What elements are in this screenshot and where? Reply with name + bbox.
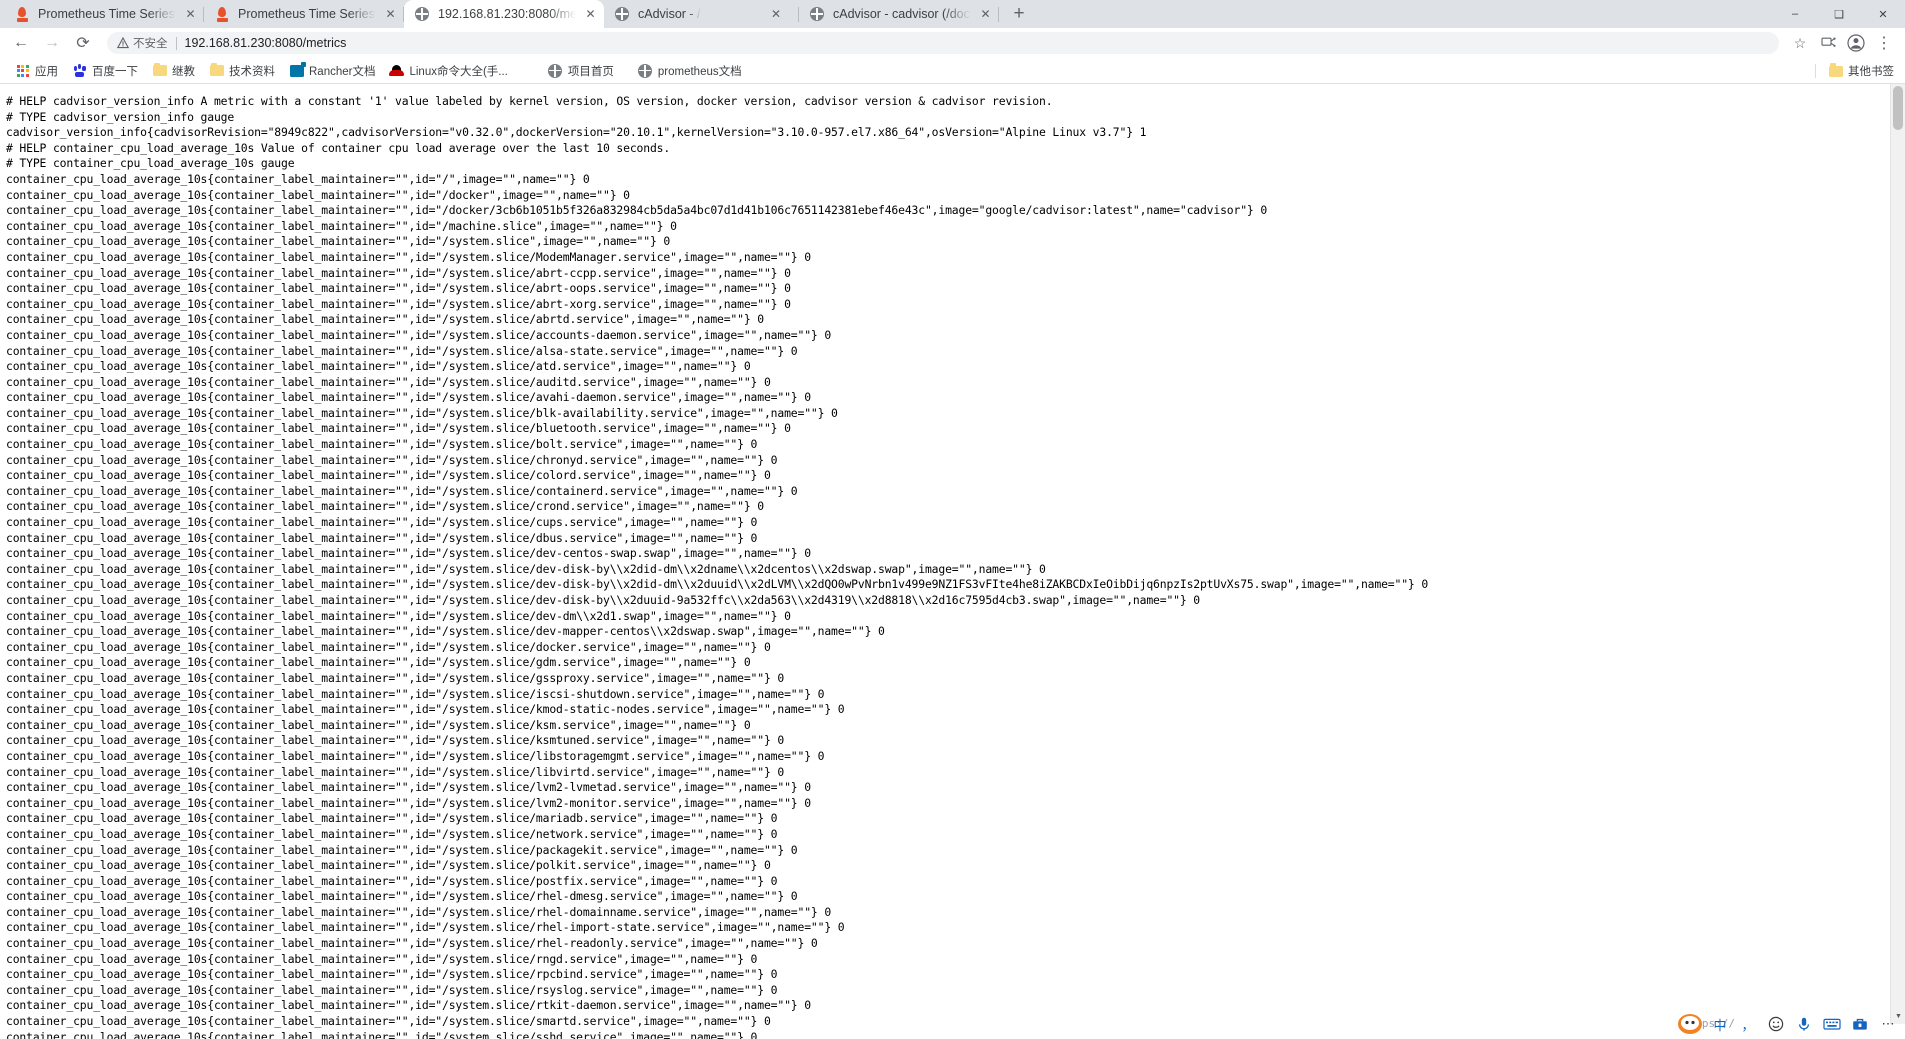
tab-cadvisor-docker[interactable]: cAdvisor - cadvisor (/docker/c ✕ [799, 0, 999, 28]
profile-avatar-icon[interactable] [1843, 30, 1869, 56]
close-icon[interactable]: ✕ [583, 7, 598, 22]
bookmark-label: prometheus文档 [657, 65, 742, 78]
back-icon[interactable]: ← [8, 30, 34, 56]
url-text[interactable]: 192.168.81.230:8080/metrics [185, 36, 347, 50]
globe-icon [548, 63, 563, 78]
address-bar[interactable]: 不安全 192.168.81.230:8080/metrics [107, 32, 1779, 54]
tab-prometheus-2[interactable]: Prometheus Time Series Colle ✕ [204, 0, 404, 28]
bookmark-label: Rancher文档 [309, 65, 376, 78]
close-window-button[interactable]: ✕ [1861, 0, 1905, 28]
reload-icon[interactable]: ⟳ [70, 30, 96, 56]
bookmark-jijiao[interactable]: 继教 [145, 61, 202, 81]
chrome-menu-icon[interactable]: ⋮ [1871, 30, 1897, 56]
bookmark-star-icon[interactable]: ☆ [1787, 30, 1813, 56]
bookmark-label: 百度一下 [92, 65, 138, 78]
globe-icon [614, 6, 630, 22]
tab-metrics-active[interactable]: 192.168.81.230:8080/metrics ✕ [404, 0, 604, 28]
bookmark-label: 技术资料 [229, 65, 275, 78]
prometheus-icon [214, 6, 230, 22]
ime-voice-input-icon[interactable] [1791, 1011, 1817, 1037]
bookmark-apps[interactable]: 应用 [8, 61, 65, 81]
folder-icon [1828, 63, 1843, 79]
scrollbar-thumb[interactable] [1893, 86, 1903, 130]
rancher-icon [289, 61, 306, 78]
browser-toolbar: ← → ⟳ 不安全 192.168.81.230:8080/metrics ☆ [0, 28, 1905, 58]
window-controls: – ❑ ✕ [1773, 0, 1905, 28]
apps-grid-icon [15, 63, 30, 78]
bookmark-linux-commands[interactable]: Linux命令大全(手... [382, 61, 514, 81]
bookmark-prometheus-docs[interactable]: prometheus文档 [631, 61, 749, 81]
divider [175, 36, 177, 50]
folder-icon [209, 62, 224, 78]
bookmark-rancher-docs[interactable]: Rancher文档 [282, 61, 382, 81]
tab-title: Prometheus Time Series Colle [238, 7, 376, 21]
bookmark-project-home[interactable]: 项目首页 [541, 61, 621, 81]
bookmarks-overflow: 其他书签 [1810, 58, 1901, 84]
new-tab-button[interactable]: + [1005, 0, 1033, 28]
ime-tray: 中 ， ⋯ [1675, 1009, 1905, 1039]
globe-icon [809, 6, 825, 22]
toolbar-actions: ☆ ⋮ [1785, 30, 1897, 56]
ime-chinese-mode-icon[interactable]: 中 [1707, 1011, 1733, 1037]
baidu-icon [72, 63, 87, 78]
bookmark-label: Linux命令大全(手... [409, 65, 508, 78]
bookmarks-bar: 应用 百度一下 继教 技术资料 Rancher文档 Linux命令大全(手...… [0, 58, 1905, 84]
bookmark-label: 继教 [172, 65, 195, 78]
tab-title: cAdvisor - / [638, 7, 701, 21]
maximize-button[interactable]: ❑ [1817, 0, 1861, 28]
tab-title: 192.168.81.230:8080/metrics [438, 7, 576, 21]
tab-cadvisor-root[interactable]: cAdvisor - / ✕ [604, 0, 799, 28]
bookmark-baidu[interactable]: 百度一下 [65, 61, 145, 81]
minimize-button[interactable]: – [1773, 0, 1817, 28]
tab-title: Prometheus Time Series Colle [38, 7, 176, 21]
close-icon[interactable]: ✕ [383, 7, 398, 22]
close-icon[interactable]: ✕ [769, 7, 784, 22]
bookmark-other-bookmarks[interactable]: 其他书签 [1821, 61, 1901, 81]
browser-window: Prometheus Time Series Colle ✕ Prometheu… [0, 0, 1905, 1039]
forward-icon[interactable]: → [39, 30, 65, 56]
tab-title: cAdvisor - cadvisor (/docker/c [833, 7, 971, 21]
page-viewport: # HELP cadvisor_version_info A metric wi… [0, 84, 1905, 1039]
divider [1815, 64, 1816, 78]
tab-prometheus-1[interactable]: Prometheus Time Series Colle ✕ [4, 0, 204, 28]
prometheus-metrics-text: # HELP cadvisor_version_info A metric wi… [6, 94, 1429, 1039]
extension-icon[interactable] [1815, 30, 1841, 56]
redhat-icon [389, 63, 405, 78]
bookmark-label: 应用 [35, 65, 58, 78]
globe-icon [638, 63, 653, 78]
prometheus-icon [14, 6, 30, 22]
sogou-pinyin-logo-icon[interactable] [1675, 1011, 1705, 1037]
close-icon[interactable]: ✕ [183, 7, 198, 22]
ime-keyboard-icon[interactable] [1819, 1011, 1845, 1037]
bookmark-label: 其他书签 [1848, 66, 1894, 78]
vertical-scrollbar[interactable]: ▲ ▼ [1890, 84, 1905, 1024]
bookmark-label: 项目首页 [567, 65, 614, 78]
ime-menu-icon[interactable]: ⋯ [1875, 1011, 1901, 1037]
close-icon[interactable]: ✕ [978, 7, 993, 22]
ime-toolbox-icon[interactable] [1847, 1011, 1873, 1037]
globe-icon [414, 6, 430, 22]
ime-emoji-icon[interactable] [1763, 1011, 1789, 1037]
warning-triangle-icon[interactable] [117, 37, 129, 49]
tab-strip: Prometheus Time Series Colle ✕ Prometheu… [0, 0, 1905, 28]
ime-punctuation-icon[interactable]: ， [1735, 1011, 1761, 1037]
folder-icon [152, 62, 167, 78]
security-status-label: 不安全 [133, 38, 168, 50]
bookmark-tech-docs[interactable]: 技术资料 [202, 61, 282, 81]
